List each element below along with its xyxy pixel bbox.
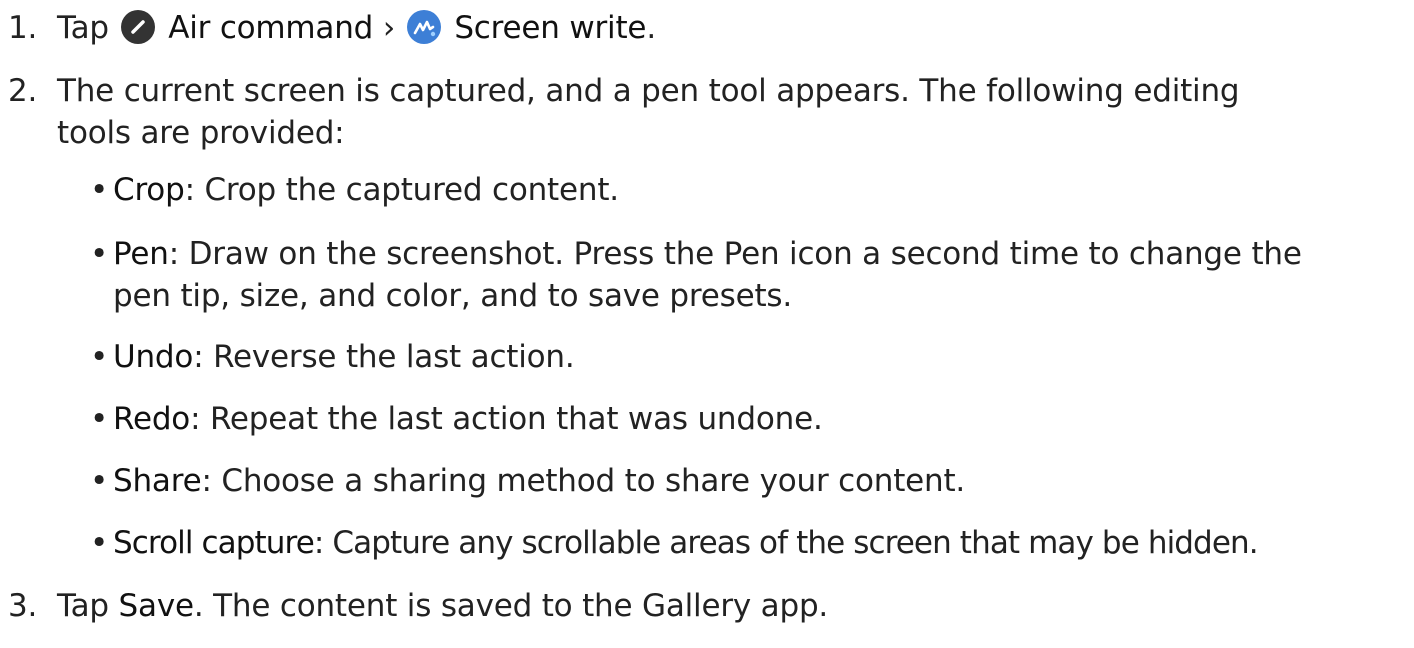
document: 1. Tap Air command › Screen write. 2. Th…	[0, 0, 1414, 648]
screen-write-icon	[406, 10, 441, 44]
bullet: •	[90, 401, 109, 437]
description: : Crop the captured content.	[184, 172, 620, 208]
separator: ›	[382, 10, 396, 46]
term: Share	[113, 463, 202, 499]
tap-text: Tap	[57, 10, 109, 46]
step-text: Tap Air command › Screen write.	[57, 10, 656, 46]
air-command-icon	[120, 10, 155, 44]
description: : Choose a sharing method to share your …	[201, 463, 966, 499]
description: : Reverse the last action.	[193, 339, 575, 375]
step-text: The current screen is captured, and a pe…	[57, 73, 1240, 109]
step-number: 3.	[8, 588, 38, 624]
bullet: •	[90, 463, 109, 499]
description: : Draw on the screenshot. Press the Pen …	[168, 236, 1302, 272]
term: Crop	[113, 172, 185, 208]
bullet: •	[90, 236, 109, 272]
bullet: •	[90, 172, 109, 208]
term: Pen	[113, 236, 169, 272]
step-text: . The content is saved to the Gallery ap…	[193, 588, 829, 624]
term: Undo	[113, 339, 194, 375]
term: Redo	[113, 401, 191, 437]
step-number: 2.	[8, 73, 38, 109]
screen-write-label: Screen write	[454, 10, 647, 46]
bullet: •	[90, 525, 109, 561]
step-text: tools are provided:	[57, 115, 345, 151]
air-command-label: Air command	[168, 10, 374, 46]
bullet: •	[90, 339, 109, 375]
tap-text: Tap	[57, 588, 109, 624]
step-number: 1.	[8, 10, 38, 46]
description: : Repeat the last action that was undone…	[190, 401, 823, 437]
description: : Capture any scrollable areas of the sc…	[313, 525, 1259, 561]
description: pen tip, size, and color, and to save pr…	[113, 278, 793, 314]
term: Scroll capture	[113, 525, 315, 561]
save-label: Save	[118, 588, 194, 624]
period: .	[646, 10, 656, 46]
